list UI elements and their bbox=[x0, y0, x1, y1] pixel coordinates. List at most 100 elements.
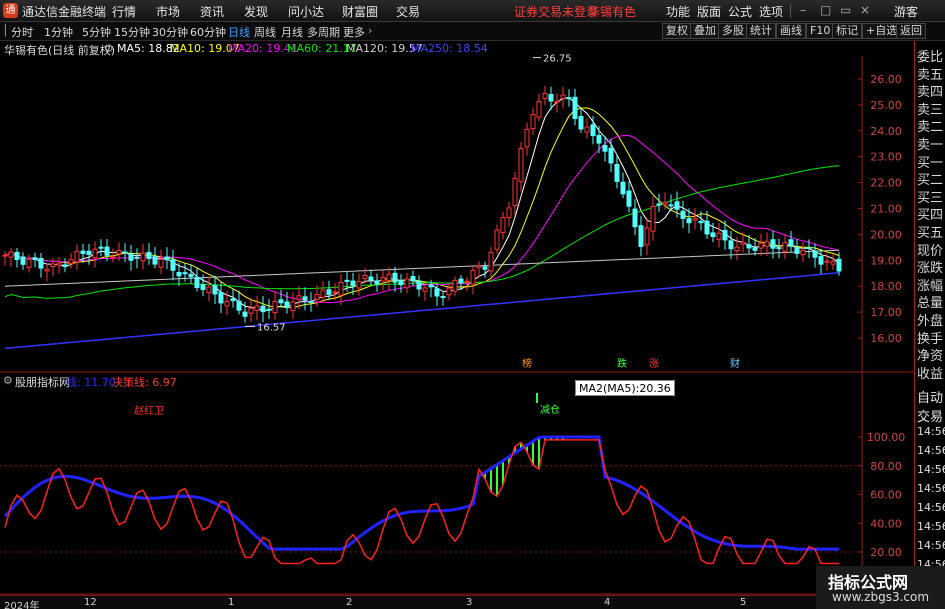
candle-body bbox=[560, 94, 566, 99]
app-logo-icon: 通 bbox=[3, 3, 18, 18]
menu-trade[interactable]: 交易 bbox=[396, 3, 420, 20]
tab-weekly[interactable]: 周线 bbox=[254, 24, 276, 40]
candle-body bbox=[308, 300, 314, 303]
candle-body bbox=[206, 286, 212, 293]
guest-user[interactable]: 游客 bbox=[894, 3, 918, 20]
candle-body bbox=[278, 299, 284, 304]
price-tick-label: 23.00 bbox=[870, 151, 902, 164]
menu-function[interactable]: 功能 bbox=[666, 3, 690, 20]
candle-body bbox=[284, 301, 290, 309]
mark-button[interactable]: 标记 bbox=[832, 23, 862, 39]
stats-button[interactable]: 统计 bbox=[746, 23, 776, 39]
tab-60min[interactable]: 60分钟 bbox=[190, 24, 226, 40]
tab-intraday[interactable]: 分时 bbox=[11, 24, 33, 40]
candle-body bbox=[584, 126, 590, 133]
adjust-button[interactable]: 复权 bbox=[662, 23, 692, 39]
candle-body bbox=[830, 261, 836, 265]
menu-layout[interactable]: 版面 bbox=[697, 3, 721, 20]
draw-button[interactable]: 画线 bbox=[776, 23, 806, 39]
candle-body bbox=[302, 296, 308, 301]
candle-body bbox=[536, 100, 542, 118]
tab-monthly[interactable]: 月线 bbox=[281, 24, 303, 40]
minimize-icon[interactable]: – bbox=[800, 3, 806, 17]
restore-icon[interactable]: ▭ bbox=[840, 3, 851, 17]
menu-ask[interactable]: 问小达 bbox=[288, 3, 324, 20]
tab-more[interactable]: 更多 bbox=[343, 24, 365, 40]
indicator-tick-label: 60.00 bbox=[870, 489, 902, 502]
candle-body bbox=[2, 254, 8, 257]
trade-time: 14:56 bbox=[917, 482, 945, 495]
trade-time: 14:56 bbox=[917, 425, 945, 438]
maximize-icon[interactable]: □ bbox=[820, 3, 831, 17]
tab-5min[interactable]: 5分钟 bbox=[82, 24, 111, 40]
tab-daily[interactable]: 日线 bbox=[228, 24, 250, 40]
app-name: 通达信金融终端 bbox=[22, 5, 107, 19]
candle-body bbox=[698, 220, 704, 224]
tab-15min[interactable]: 15分钟 bbox=[114, 24, 150, 40]
menu-options[interactable]: 选项 bbox=[759, 3, 783, 20]
candle-body bbox=[74, 250, 80, 263]
menu-market[interactable]: 市场 bbox=[156, 3, 180, 20]
candle-body bbox=[476, 265, 482, 269]
candle-body bbox=[98, 246, 104, 249]
chart-grid bbox=[0, 56, 914, 595]
f10-button[interactable]: F10 bbox=[806, 23, 835, 39]
panel-item: 卖二 bbox=[917, 120, 944, 136]
menu-formula[interactable]: 公式 bbox=[728, 3, 752, 20]
candle-body bbox=[638, 225, 644, 247]
ma250-label: MA250: 18.54 bbox=[411, 42, 488, 55]
panel-tab[interactable]: 交易 bbox=[917, 406, 943, 425]
candle-body bbox=[758, 242, 764, 249]
more-arrow-icon[interactable]: › bbox=[368, 24, 372, 37]
candle-body bbox=[62, 264, 68, 268]
candle-body bbox=[50, 263, 56, 268]
candle-body bbox=[740, 241, 746, 245]
candle-body bbox=[152, 256, 158, 265]
candle-body bbox=[116, 250, 122, 255]
candle-body bbox=[614, 164, 620, 182]
candle-body bbox=[668, 204, 674, 207]
panel-item: 买四 bbox=[917, 208, 944, 224]
candle-body bbox=[686, 218, 692, 224]
indicator-legend: ⚙ 股朋指标网 线: 11.70 决策线: 6.97 bbox=[0, 372, 914, 390]
tab-1min[interactable]: 1分钟 bbox=[44, 24, 73, 40]
stock-name-title: 华锡有色 bbox=[588, 5, 637, 19]
panel-item: 买一 bbox=[917, 155, 944, 171]
indicator-name[interactable]: 股朋指标网 bbox=[15, 374, 70, 390]
menu-discover[interactable]: 发现 bbox=[244, 3, 268, 20]
candle-body bbox=[494, 229, 500, 250]
candle-body bbox=[92, 248, 98, 259]
candle-body bbox=[38, 257, 44, 269]
panel-item: 涨跌 bbox=[917, 261, 944, 277]
multi-stock-button[interactable]: 多股 bbox=[718, 23, 748, 39]
candle-body bbox=[746, 244, 752, 249]
candle-body bbox=[578, 115, 584, 130]
candle-body bbox=[524, 128, 530, 148]
candle-body bbox=[224, 300, 230, 307]
menu-quotes[interactable]: 行情 bbox=[112, 3, 136, 20]
panel-item: 现价 bbox=[917, 243, 944, 259]
quote-side-panel: 委比 卖五 卖四 卖三 卖二 卖一 买一 买二 买三 买四 买五 现价 涨跌 涨幅 总量 外盘 换手 净资 收益 自动… bbox=[914, 41, 945, 609]
stock-chart[interactable]: 26.00 25.00 24.00 23.00 22.00 21.00 20.00 19.00… bbox=[0, 41, 914, 595]
date-label: 1 bbox=[228, 597, 235, 608]
price-tick-label: 24.00 bbox=[870, 125, 902, 138]
close-icon[interactable]: × bbox=[860, 3, 870, 17]
menu-wealth[interactable]: 财富圈 bbox=[342, 3, 378, 20]
back-button[interactable]: 返回 bbox=[896, 23, 926, 39]
candle-body bbox=[518, 148, 524, 182]
candle-body bbox=[404, 278, 410, 289]
candle-body bbox=[338, 281, 344, 296]
panel-tab[interactable]: 自动 bbox=[917, 387, 943, 406]
candle-body bbox=[8, 251, 14, 258]
chart-title[interactable]: 华锡有色(日线 前复权) bbox=[4, 42, 115, 58]
indicator-settings-icon[interactable]: ⚙ bbox=[3, 374, 13, 387]
tab-multi-period[interactable]: 多周期 bbox=[307, 24, 340, 40]
login-notice[interactable]: 证券交易未登录 bbox=[514, 3, 598, 20]
panel-item: 净资 bbox=[917, 349, 944, 365]
trade-time: 14:56 bbox=[917, 539, 945, 552]
candle-body bbox=[818, 256, 824, 265]
settings-icon[interactable]: ⚙ bbox=[104, 42, 114, 55]
overlay-button[interactable]: 叠加 bbox=[690, 23, 720, 39]
menu-news[interactable]: 资讯 bbox=[200, 3, 224, 20]
tab-30min[interactable]: 30分钟 bbox=[152, 24, 188, 40]
